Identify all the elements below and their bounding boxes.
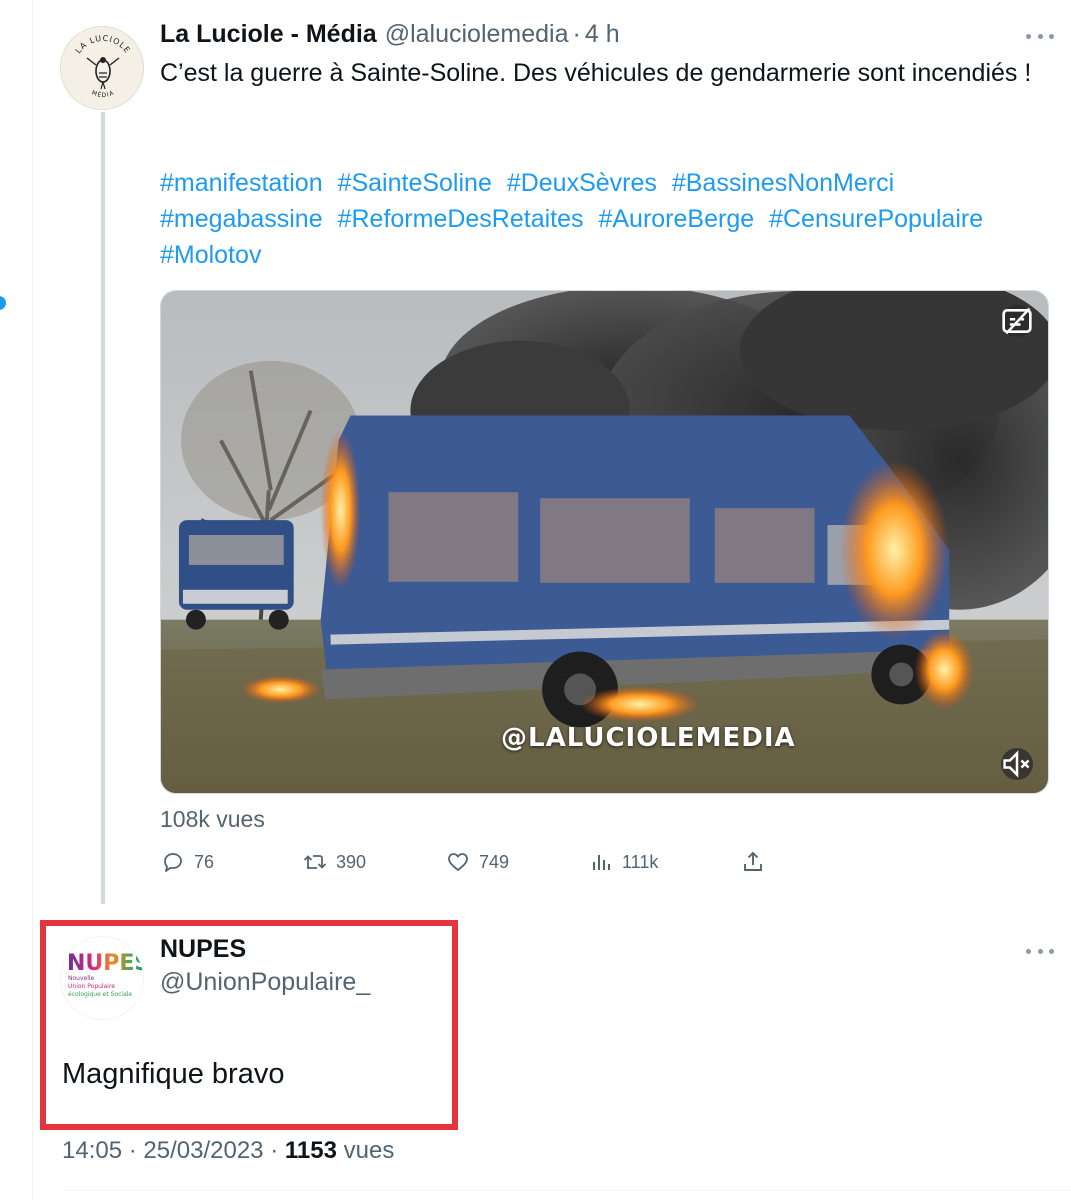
author-handle[interactable]: @laluciolemedia xyxy=(385,20,569,49)
nupes-logo: NUPES Nouvelle Union Populaire écologiqu… xyxy=(61,937,144,1019)
more-icon[interactable] xyxy=(1026,29,1054,43)
nupes-logo-line: Nouvelle xyxy=(68,975,95,982)
hashtag-link[interactable]: #Molotov xyxy=(160,241,261,269)
hashtag-link[interactable]: #manifestation xyxy=(160,169,323,197)
retweet-button[interactable]: 390 xyxy=(302,849,366,875)
thread-connector-line xyxy=(101,112,105,904)
reply-author-name[interactable]: NUPES xyxy=(160,935,246,964)
reply-author-handle[interactable]: @UnionPopulaire_ xyxy=(160,968,370,997)
nupes-logo-line: écologique et Sociale xyxy=(68,991,132,998)
like-count: 749 xyxy=(479,851,510,872)
reply-text: Magnifique bravo xyxy=(62,1058,285,1090)
hashtag-link[interactable]: #AuroreBerge xyxy=(598,205,754,233)
like-button[interactable]: 749 xyxy=(445,849,509,875)
timeline-border xyxy=(32,0,33,1200)
hashtag-link[interactable]: #DeuxSèvres xyxy=(507,169,657,197)
more-icon[interactable] xyxy=(1026,944,1054,958)
reply-views-count: 1153 xyxy=(284,1137,337,1164)
mute-icon[interactable] xyxy=(1001,748,1033,780)
reply-metadata: 14:05 · 25/03/2023 · 1153 vues xyxy=(62,1137,394,1165)
hashtag-list: #manifestation #SainteSoline #DeuxSèvres… xyxy=(160,165,1040,273)
view-count: 108k vues xyxy=(160,806,265,832)
action-bar: 76 390 749 111k xyxy=(160,849,780,879)
views-chart-icon xyxy=(588,849,614,875)
header-separator: · xyxy=(572,20,581,48)
hashtag-link[interactable]: #BassinesNonMerci xyxy=(672,169,894,197)
reply-icon xyxy=(160,849,186,875)
luciole-logo: LA LUCIOLE MÉDIA xyxy=(62,28,143,109)
like-icon xyxy=(445,849,471,875)
retweet-icon xyxy=(302,849,328,875)
author-avatar[interactable]: LA LUCIOLE MÉDIA xyxy=(60,26,144,110)
meta-separator: · xyxy=(128,1137,137,1164)
nupes-logo-line: Union Populaire xyxy=(68,983,115,990)
nupes-logo-word: NUPES xyxy=(67,951,144,976)
tweet-header: La Luciole - Média @laluciolemedia · 4 h xyxy=(160,20,620,50)
views-count: 111k xyxy=(622,851,659,872)
video-player[interactable]: @LALUCIOLEMEDIA xyxy=(160,290,1049,794)
hashtag-link[interactable]: #SainteSoline xyxy=(338,169,492,197)
tweet-time[interactable]: 4 h xyxy=(585,20,620,49)
hashtag-link[interactable]: #CensurePopulaire xyxy=(769,205,983,233)
tweet-text: C’est la guerre à Sainte-Soline. Des véh… xyxy=(160,59,1032,87)
retweet-count: 390 xyxy=(336,851,367,872)
views-button[interactable]: 111k xyxy=(588,849,658,875)
video-watermark: @LALUCIOLEMEDIA xyxy=(501,723,796,753)
reply-views-label: vues xyxy=(343,1137,395,1164)
reply-date[interactable]: 25/03/2023 xyxy=(143,1137,263,1164)
edge-indicator-dot xyxy=(0,296,6,310)
share-button[interactable] xyxy=(740,849,774,875)
reply-button[interactable]: 76 xyxy=(160,849,214,875)
reply-count: 76 xyxy=(194,851,215,872)
meta-separator: · xyxy=(270,1137,279,1164)
captions-icon[interactable] xyxy=(1001,305,1033,337)
author-name[interactable]: La Luciole - Média xyxy=(160,20,377,49)
share-icon xyxy=(740,849,766,875)
reply-time[interactable]: 14:05 xyxy=(62,1137,122,1164)
burning-van-video-frame xyxy=(161,291,1048,793)
divider xyxy=(62,1190,1071,1191)
hashtag-link[interactable]: #ReformeDesRetaites xyxy=(338,205,584,233)
hashtag-link[interactable]: #megabassine xyxy=(160,205,323,233)
reply-avatar[interactable]: NUPES Nouvelle Union Populaire écologiqu… xyxy=(60,936,144,1020)
